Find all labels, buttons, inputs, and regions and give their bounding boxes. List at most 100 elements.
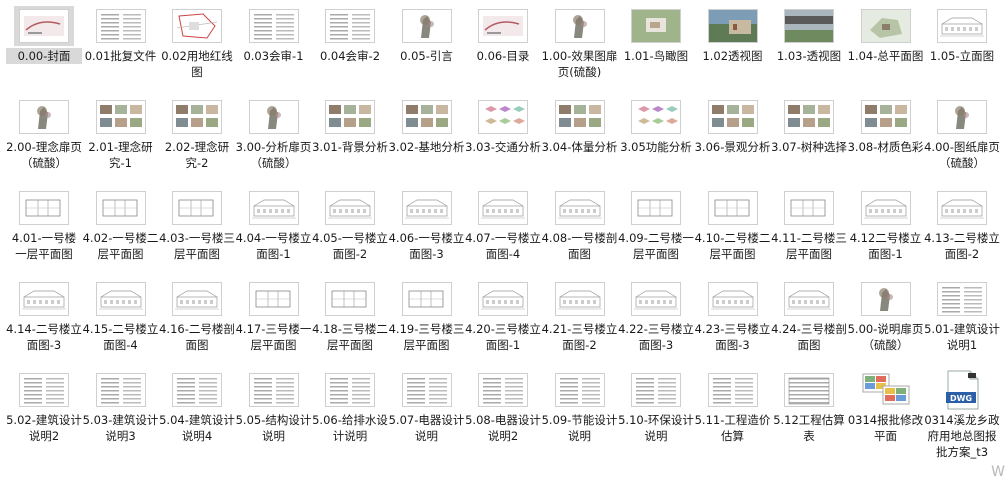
file-thumbnail[interactable] xyxy=(473,370,533,410)
file-thumbnail[interactable] xyxy=(856,97,916,137)
file-thumbnail[interactable] xyxy=(244,6,304,46)
file-thumbnail[interactable] xyxy=(167,97,227,137)
file-thumbnail[interactable] xyxy=(167,6,227,46)
file-name-label[interactable]: 0314报批修改平面 xyxy=(848,412,924,444)
file-item[interactable]: 5.08-电器设计说明2 xyxy=(465,370,541,460)
file-thumbnail[interactable] xyxy=(320,6,380,46)
file-name-label[interactable]: 3.07-树种选择 xyxy=(771,139,847,155)
file-item[interactable]: 1.01-鸟瞰图 xyxy=(618,6,694,96)
file-name-label[interactable]: 4.06-一号楼立面图-3 xyxy=(389,230,465,262)
file-item[interactable]: 3.01-背景分析 xyxy=(312,97,388,187)
file-item[interactable]: 5.00-说明扉页（硫酸） xyxy=(848,279,924,369)
file-item[interactable]: 5.03-建筑设计说明3 xyxy=(83,370,159,460)
file-thumbnail[interactable] xyxy=(473,6,533,46)
file-name-label[interactable]: 0.01批复文件 xyxy=(83,48,159,64)
file-name-label[interactable]: 4.13-二号楼立面图-2 xyxy=(924,230,1000,262)
file-name-label[interactable]: 4.17-三号楼一层平面图 xyxy=(236,321,312,353)
file-thumbnail[interactable] xyxy=(397,97,457,137)
file-thumbnail[interactable] xyxy=(320,370,380,410)
file-name-label[interactable]: 2.02-理念研究-2 xyxy=(159,139,235,171)
file-name-label[interactable]: 3.01-背景分析 xyxy=(312,139,388,155)
file-thumbnail[interactable] xyxy=(550,97,610,137)
file-thumbnail[interactable] xyxy=(397,6,457,46)
file-name-label[interactable]: 5.02-建筑设计说明2 xyxy=(6,412,82,444)
file-thumbnail[interactable] xyxy=(932,6,992,46)
file-item[interactable]: 4.24-三号楼剖面图 xyxy=(771,279,847,369)
file-thumbnail[interactable] xyxy=(320,188,380,228)
file-thumbnail[interactable] xyxy=(244,370,304,410)
file-name-label[interactable]: 4.19-三号楼三层平面图 xyxy=(389,321,465,353)
file-name-label[interactable]: 1.05-立面图 xyxy=(924,48,1000,64)
file-item[interactable]: 0.04会审-2 xyxy=(312,6,388,96)
file-thumbnail[interactable] xyxy=(779,370,839,410)
file-name-label[interactable]: 2.00-理念扉页（硫酸） xyxy=(6,139,82,171)
file-item[interactable]: 4.12二号楼立面图-1 xyxy=(848,188,924,278)
file-thumbnail[interactable] xyxy=(244,279,304,319)
file-name-label[interactable]: 4.22-三号楼立面图-3 xyxy=(618,321,694,353)
file-thumbnail[interactable] xyxy=(856,188,916,228)
file-name-label[interactable]: 5.04-建筑设计说明4 xyxy=(159,412,235,444)
file-name-label[interactable]: 5.07-电器设计说明 xyxy=(389,412,465,444)
file-thumbnail[interactable] xyxy=(167,188,227,228)
file-item[interactable]: 5.12工程估算表 xyxy=(771,370,847,460)
file-item[interactable]: 5.11-工程造价估算 xyxy=(695,370,771,460)
file-item[interactable]: 4.21-三号楼立面图-2 xyxy=(542,279,618,369)
file-name-label[interactable]: 0.02用地红线图 xyxy=(159,48,235,80)
file-name-label[interactable]: 2.01-理念研究-1 xyxy=(83,139,159,171)
file-name-label[interactable]: 4.08-一号楼剖面图 xyxy=(542,230,618,262)
file-thumbnail[interactable] xyxy=(932,279,992,319)
file-thumbnail[interactable] xyxy=(626,370,686,410)
file-thumbnail[interactable] xyxy=(550,188,610,228)
file-item[interactable]: 3.00-分析扉页（硫酸） xyxy=(236,97,312,187)
file-item[interactable]: 4.11-二号楼三层平面图 xyxy=(771,188,847,278)
file-thumbnail[interactable] xyxy=(397,370,457,410)
file-thumbnail[interactable] xyxy=(703,97,763,137)
file-item[interactable]: 4.04-一号楼立面图-1 xyxy=(236,188,312,278)
file-thumbnail[interactable] xyxy=(703,279,763,319)
file-name-label[interactable]: 4.01-一号楼 一层平面图 xyxy=(6,230,82,262)
file-thumbnail[interactable] xyxy=(244,97,304,137)
file-item[interactable]: 5.04-建筑设计说明4 xyxy=(159,370,235,460)
file-name-label[interactable]: 5.00-说明扉页（硫酸） xyxy=(848,321,924,353)
file-name-label[interactable]: 1.04-总平面图 xyxy=(848,48,924,64)
file-name-label[interactable]: 4.16-二号楼剖面图 xyxy=(159,321,235,353)
file-name-label[interactable]: 4.15-二号楼立面图-4 xyxy=(83,321,159,353)
file-item[interactable]: 3.05功能分析 xyxy=(618,97,694,187)
file-thumbnail[interactable] xyxy=(14,97,74,137)
file-item[interactable]: 4.00-图纸扉页（硫酸） xyxy=(924,97,1000,187)
file-name-label[interactable]: 5.11-工程造价估算 xyxy=(695,412,771,444)
file-item[interactable]: 4.10-二号楼二层平面图 xyxy=(695,188,771,278)
file-item[interactable]: 4.06-一号楼立面图-3 xyxy=(389,188,465,278)
file-name-label[interactable]: 3.03-交通分析 xyxy=(465,139,541,155)
file-thumbnail[interactable] xyxy=(703,6,763,46)
file-name-label[interactable]: 5.08-电器设计说明2 xyxy=(465,412,541,444)
file-thumbnail[interactable] xyxy=(14,279,74,319)
file-item[interactable]: 4.13-二号楼立面图-2 xyxy=(924,188,1000,278)
file-name-label[interactable]: 0314溪龙乡政府用地总图报批方案_t3 xyxy=(924,412,1000,460)
file-item[interactable]: 1.00-效果图扉页(硫酸) xyxy=(542,6,618,96)
file-name-label[interactable]: 4.24-三号楼剖面图 xyxy=(771,321,847,353)
file-thumbnail[interactable] xyxy=(932,188,992,228)
file-thumbnail[interactable] xyxy=(397,279,457,319)
file-thumbnail[interactable] xyxy=(473,188,533,228)
file-item[interactable]: 4.23-三号楼立面图-3 xyxy=(695,279,771,369)
file-thumbnail[interactable] xyxy=(320,97,380,137)
file-thumbnail[interactable] xyxy=(626,279,686,319)
file-name-label[interactable]: 5.06-给排水设计说明 xyxy=(312,412,388,444)
file-item[interactable]: 5.09-节能设计说明 xyxy=(542,370,618,460)
file-item[interactable]: 2.00-理念扉页（硫酸） xyxy=(6,97,82,187)
file-name-label[interactable]: 5.01-建筑设计说明1 xyxy=(924,321,1000,353)
file-name-label[interactable]: 4.02-一号楼二层平面图 xyxy=(83,230,159,262)
file-thumbnail[interactable] xyxy=(91,6,151,46)
file-thumbnail[interactable] xyxy=(932,97,992,137)
file-name-label[interactable]: 3.05功能分析 xyxy=(618,139,694,155)
file-item[interactable]: 4.09-二号楼一层平面图 xyxy=(618,188,694,278)
file-item[interactable]: 3.07-树种选择 xyxy=(771,97,847,187)
file-thumbnail[interactable] xyxy=(856,6,916,46)
file-item[interactable]: 4.03-一号楼三层平面图 xyxy=(159,188,235,278)
file-item[interactable]: 1.02透视图 xyxy=(695,6,771,96)
file-thumbnail[interactable] xyxy=(91,188,151,228)
file-name-label[interactable]: 1.03-透视图 xyxy=(771,48,847,64)
file-item[interactable]: 4.22-三号楼立面图-3 xyxy=(618,279,694,369)
file-name-label[interactable]: 4.03-一号楼三层平面图 xyxy=(159,230,235,262)
